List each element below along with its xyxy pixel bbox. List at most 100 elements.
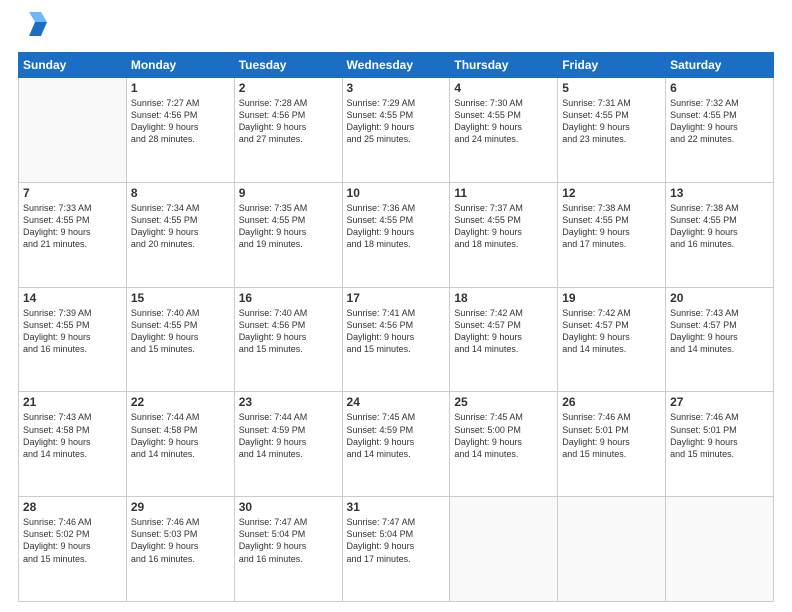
day-number: 7	[23, 186, 122, 200]
calendar-cell: 23Sunrise: 7:44 AM Sunset: 4:59 PM Dayli…	[234, 392, 342, 497]
day-info: Sunrise: 7:41 AM Sunset: 4:56 PM Dayligh…	[347, 307, 446, 356]
day-info: Sunrise: 7:38 AM Sunset: 4:55 PM Dayligh…	[670, 202, 769, 251]
calendar-cell	[558, 497, 666, 602]
day-number: 27	[670, 395, 769, 409]
calendar-week-2: 14 Sunrise: 7:39 AM Sunset: 4:55 PM Dayli…	[19, 287, 774, 392]
day-number: 18	[454, 291, 553, 305]
calendar-cell: 4 Sunrise: 7:30 AM Sunset: 4:55 PM Daylig…	[450, 78, 558, 183]
weekday-monday: Monday	[126, 53, 234, 78]
day-info: Sunrise: 7:47 AM Sunset: 5:04 PM Dayligh…	[347, 516, 446, 565]
calendar-cell: 16 Sunrise: 7:40 AM Sunset: 4:56 PM Dayli…	[234, 287, 342, 392]
calendar-cell: 8Sunrise: 7:34 AM Sunset: 4:55 PM Daylig…	[126, 182, 234, 287]
day-info: Sunrise: 7:34 AM Sunset: 4:55 PM Dayligh…	[131, 202, 230, 251]
calendar-cell: 31 Sunrise: 7:47 AM Sunset: 5:04 PM Dayli…	[342, 497, 450, 602]
calendar-table: SundayMondayTuesdayWednesdayThursdayFrid…	[18, 52, 774, 602]
day-info: Sunrise: 7:27 AM Sunset: 4:56 PM Dayligh…	[131, 97, 230, 146]
day-number: 19	[562, 291, 661, 305]
day-number: 21	[23, 395, 122, 409]
day-number: 14	[23, 291, 122, 305]
day-info: Sunrise: 7:42 AM Sunset: 4:57 PM Dayligh…	[562, 307, 661, 356]
day-info: Sunrise: 7:43 AM Sunset: 4:57 PM Dayligh…	[670, 307, 769, 356]
calendar-cell: 20 Sunrise: 7:43 AM Sunset: 4:57 PM Dayli…	[666, 287, 774, 392]
day-info: Sunrise: 7:37 AM Sunset: 4:55 PM Dayligh…	[454, 202, 553, 251]
calendar-cell: 26Sunrise: 7:46 AM Sunset: 5:01 PM Dayli…	[558, 392, 666, 497]
calendar-week-1: 7 Sunrise: 7:33 AM Sunset: 4:55 PM Daylig…	[19, 182, 774, 287]
logo	[18, 16, 53, 42]
day-number: 23	[239, 395, 338, 409]
calendar-cell: 25 Sunrise: 7:45 AM Sunset: 5:00 PM Dayli…	[450, 392, 558, 497]
calendar-week-0: 1Sunrise: 7:27 AM Sunset: 4:56 PM Daylig…	[19, 78, 774, 183]
day-number: 3	[347, 81, 446, 95]
weekday-friday: Friday	[558, 53, 666, 78]
day-number: 11	[454, 186, 553, 200]
page: SundayMondayTuesdayWednesdayThursdayFrid…	[0, 0, 792, 612]
calendar-cell	[450, 497, 558, 602]
calendar-cell: 2 Sunrise: 7:28 AM Sunset: 4:56 PM Daylig…	[234, 78, 342, 183]
calendar-cell: 11 Sunrise: 7:37 AM Sunset: 4:55 PM Dayli…	[450, 182, 558, 287]
calendar-cell: 21 Sunrise: 7:43 AM Sunset: 4:58 PM Dayli…	[19, 392, 127, 497]
day-number: 25	[454, 395, 553, 409]
day-info: Sunrise: 7:39 AM Sunset: 4:55 PM Dayligh…	[23, 307, 122, 356]
day-info: Sunrise: 7:43 AM Sunset: 4:58 PM Dayligh…	[23, 411, 122, 460]
calendar-cell	[666, 497, 774, 602]
day-info: Sunrise: 7:36 AM Sunset: 4:55 PM Dayligh…	[347, 202, 446, 251]
calendar-cell: 1Sunrise: 7:27 AM Sunset: 4:56 PM Daylig…	[126, 78, 234, 183]
day-number: 24	[347, 395, 446, 409]
day-number: 31	[347, 500, 446, 514]
day-info: Sunrise: 7:29 AM Sunset: 4:55 PM Dayligh…	[347, 97, 446, 146]
header	[18, 16, 774, 42]
day-number: 4	[454, 81, 553, 95]
day-info: Sunrise: 7:32 AM Sunset: 4:55 PM Dayligh…	[670, 97, 769, 146]
calendar-cell: 28Sunrise: 7:46 AM Sunset: 5:02 PM Dayli…	[19, 497, 127, 602]
logo-icon	[21, 12, 53, 42]
calendar-week-3: 21 Sunrise: 7:43 AM Sunset: 4:58 PM Dayli…	[19, 392, 774, 497]
day-info: Sunrise: 7:46 AM Sunset: 5:02 PM Dayligh…	[23, 516, 122, 565]
day-number: 15	[131, 291, 230, 305]
day-info: Sunrise: 7:46 AM Sunset: 5:01 PM Dayligh…	[562, 411, 661, 460]
calendar-week-4: 28Sunrise: 7:46 AM Sunset: 5:02 PM Dayli…	[19, 497, 774, 602]
day-info: Sunrise: 7:46 AM Sunset: 5:01 PM Dayligh…	[670, 411, 769, 460]
weekday-tuesday: Tuesday	[234, 53, 342, 78]
calendar-cell: 5 Sunrise: 7:31 AM Sunset: 4:55 PM Daylig…	[558, 78, 666, 183]
calendar-cell: 3 Sunrise: 7:29 AM Sunset: 4:55 PM Daylig…	[342, 78, 450, 183]
day-info: Sunrise: 7:31 AM Sunset: 4:55 PM Dayligh…	[562, 97, 661, 146]
day-info: Sunrise: 7:44 AM Sunset: 4:58 PM Dayligh…	[131, 411, 230, 460]
day-info: Sunrise: 7:28 AM Sunset: 4:56 PM Dayligh…	[239, 97, 338, 146]
day-number: 10	[347, 186, 446, 200]
calendar-cell: 27 Sunrise: 7:46 AM Sunset: 5:01 PM Dayli…	[666, 392, 774, 497]
calendar-cell: 6 Sunrise: 7:32 AM Sunset: 4:55 PM Daylig…	[666, 78, 774, 183]
day-info: Sunrise: 7:42 AM Sunset: 4:57 PM Dayligh…	[454, 307, 553, 356]
day-number: 12	[562, 186, 661, 200]
calendar-cell: 7 Sunrise: 7:33 AM Sunset: 4:55 PM Daylig…	[19, 182, 127, 287]
calendar-cell: 9Sunrise: 7:35 AM Sunset: 4:55 PM Daylig…	[234, 182, 342, 287]
weekday-sunday: Sunday	[19, 53, 127, 78]
calendar-cell: 18 Sunrise: 7:42 AM Sunset: 4:57 PM Dayli…	[450, 287, 558, 392]
day-info: Sunrise: 7:46 AM Sunset: 5:03 PM Dayligh…	[131, 516, 230, 565]
day-number: 20	[670, 291, 769, 305]
weekday-saturday: Saturday	[666, 53, 774, 78]
weekday-thursday: Thursday	[450, 53, 558, 78]
calendar-cell: 24 Sunrise: 7:45 AM Sunset: 4:59 PM Dayli…	[342, 392, 450, 497]
day-number: 16	[239, 291, 338, 305]
calendar-cell	[19, 78, 127, 183]
day-info: Sunrise: 7:40 AM Sunset: 4:56 PM Dayligh…	[239, 307, 338, 356]
calendar-cell: 17Sunrise: 7:41 AM Sunset: 4:56 PM Dayli…	[342, 287, 450, 392]
calendar-cell: 30 Sunrise: 7:47 AM Sunset: 5:04 PM Dayli…	[234, 497, 342, 602]
day-number: 2	[239, 81, 338, 95]
day-number: 6	[670, 81, 769, 95]
day-info: Sunrise: 7:33 AM Sunset: 4:55 PM Dayligh…	[23, 202, 122, 251]
calendar-cell: 10 Sunrise: 7:36 AM Sunset: 4:55 PM Dayli…	[342, 182, 450, 287]
calendar-cell: 19 Sunrise: 7:42 AM Sunset: 4:57 PM Dayli…	[558, 287, 666, 392]
day-number: 5	[562, 81, 661, 95]
day-info: Sunrise: 7:45 AM Sunset: 5:00 PM Dayligh…	[454, 411, 553, 460]
day-info: Sunrise: 7:47 AM Sunset: 5:04 PM Dayligh…	[239, 516, 338, 565]
calendar-cell: 29Sunrise: 7:46 AM Sunset: 5:03 PM Dayli…	[126, 497, 234, 602]
day-info: Sunrise: 7:35 AM Sunset: 4:55 PM Dayligh…	[239, 202, 338, 251]
calendar-cell: 12Sunrise: 7:38 AM Sunset: 4:55 PM Dayli…	[558, 182, 666, 287]
day-number: 30	[239, 500, 338, 514]
day-info: Sunrise: 7:45 AM Sunset: 4:59 PM Dayligh…	[347, 411, 446, 460]
day-info: Sunrise: 7:30 AM Sunset: 4:55 PM Dayligh…	[454, 97, 553, 146]
calendar-cell: 15Sunrise: 7:40 AM Sunset: 4:55 PM Dayli…	[126, 287, 234, 392]
calendar-cell: 14 Sunrise: 7:39 AM Sunset: 4:55 PM Dayli…	[19, 287, 127, 392]
weekday-header-row: SundayMondayTuesdayWednesdayThursdayFrid…	[19, 53, 774, 78]
